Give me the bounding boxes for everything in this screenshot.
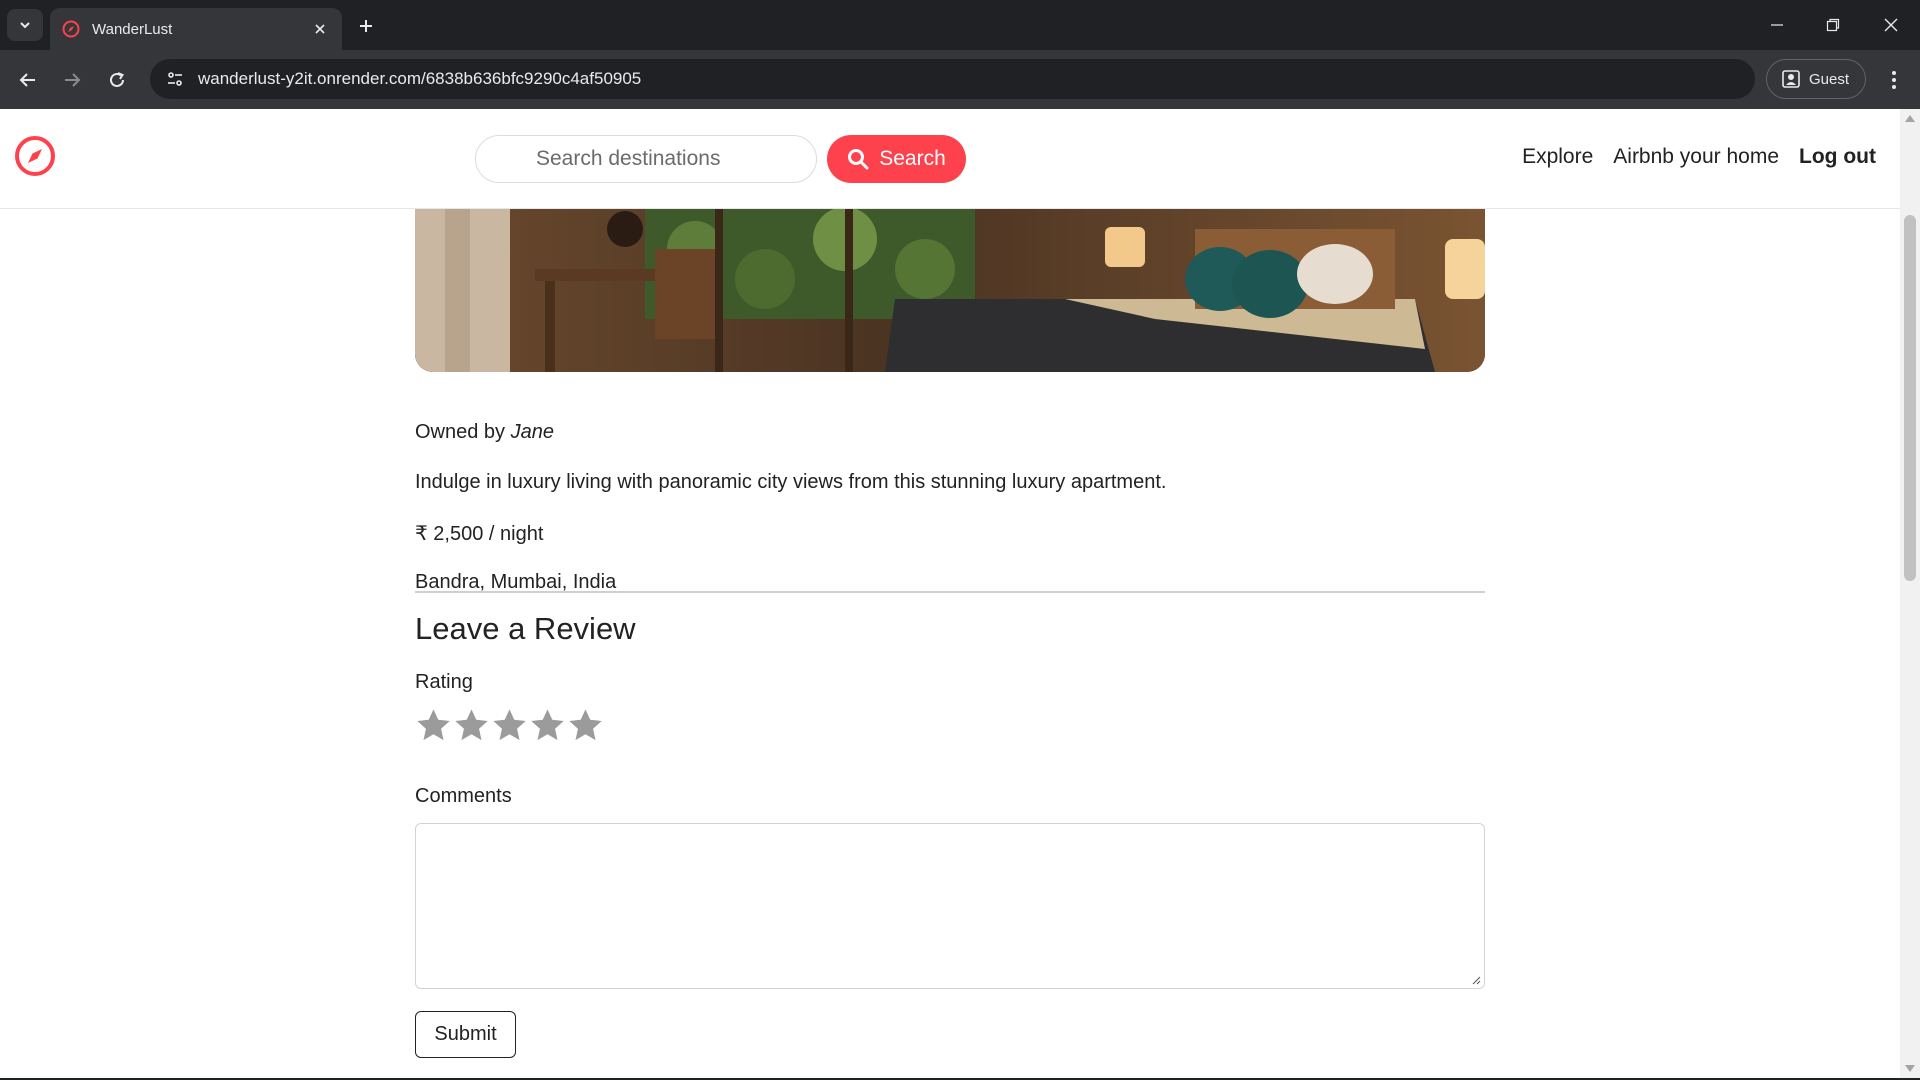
nav-host-link[interactable]: Airbnb your home: [1613, 145, 1779, 169]
compass-icon: [62, 20, 80, 38]
search-button[interactable]: Search: [827, 135, 966, 183]
chevron-down-icon: [20, 22, 30, 29]
resize-grip-icon[interactable]: [1471, 975, 1481, 985]
scroll-down-arrow-icon[interactable]: [1905, 1065, 1915, 1072]
owner-prefix: Owned by: [415, 421, 511, 443]
browser-toolbar: wanderlust-y2it.onrender.com/6838b636bfc…: [0, 50, 1920, 109]
profile-button[interactable]: Guest: [1766, 59, 1866, 99]
minimize-icon: [1771, 24, 1783, 26]
search-button-label: Search: [879, 147, 946, 170]
browser-tab[interactable]: WanderLust: [50, 8, 342, 50]
reload-button[interactable]: [101, 64, 133, 96]
forward-button[interactable]: [56, 64, 88, 96]
page-scrollbar[interactable]: [1900, 109, 1920, 1078]
address-bar[interactable]: wanderlust-y2it.onrender.com/6838b636bfc…: [150, 59, 1755, 99]
restore-icon: [1826, 18, 1840, 32]
forward-icon: [65, 73, 81, 87]
comments-textarea[interactable]: [415, 823, 1485, 989]
listing-image: [415, 209, 1485, 372]
rating-label: Rating: [415, 671, 473, 693]
nav-logout-link[interactable]: Log out: [1799, 145, 1876, 169]
back-icon: [19, 73, 35, 87]
close-icon: [1884, 18, 1898, 32]
submit-button[interactable]: Submit: [415, 1011, 516, 1058]
tab-close-icon[interactable]: [310, 19, 330, 39]
back-button[interactable]: [12, 64, 44, 96]
comments-label: Comments: [415, 785, 512, 807]
url-text: wanderlust-y2it.onrender.com/6838b636bfc…: [198, 69, 642, 88]
nav-explore-link[interactable]: Explore: [1522, 145, 1593, 169]
scroll-up-arrow-icon[interactable]: [1905, 115, 1915, 122]
plus-icon: [360, 20, 372, 32]
listing-description: Indulge in luxury living with panoramic …: [415, 471, 1167, 493]
rating-stars: [415, 707, 604, 744]
profile-icon: [1782, 70, 1800, 88]
site-info-icon[interactable]: [162, 66, 188, 92]
listing-price: ₹ 2,500 / night: [415, 523, 544, 545]
section-divider: [415, 591, 1485, 593]
nav-links: Explore Airbnb your home Log out: [1522, 145, 1876, 169]
page-viewport: Owned by Jane Indulge in luxury living w…: [0, 109, 1900, 1078]
listing-owner: Owned by Jane: [415, 421, 554, 444]
review-heading: Leave a Review: [415, 611, 636, 646]
close-window-button[interactable]: [1876, 10, 1906, 40]
star-icon[interactable]: [453, 707, 490, 744]
star-icon[interactable]: [415, 707, 452, 744]
profile-label: Guest: [1809, 70, 1850, 88]
star-icon[interactable]: [491, 707, 528, 744]
browser-menu-button[interactable]: [1880, 64, 1908, 96]
star-icon[interactable]: [567, 707, 604, 744]
search-input[interactable]: [475, 135, 817, 183]
tab-title: WanderLust: [92, 20, 173, 38]
scroll-thumb[interactable]: [1904, 215, 1916, 581]
restore-button[interactable]: [1818, 10, 1848, 40]
search-icon: [848, 149, 869, 170]
new-tab-button[interactable]: [352, 12, 380, 40]
tab-search-button[interactable]: [7, 9, 43, 41]
compass-icon[interactable]: [14, 135, 56, 177]
reload-icon: [110, 72, 124, 87]
more-icon: [1892, 71, 1896, 89]
minimize-button[interactable]: [1762, 10, 1792, 40]
owner-name: Jane: [510, 421, 554, 443]
site-navbar: Search Explore Airbnb your home Log out: [0, 109, 1900, 209]
star-icon[interactable]: [529, 707, 566, 744]
browser-tab-bar: WanderLust: [0, 0, 1920, 50]
